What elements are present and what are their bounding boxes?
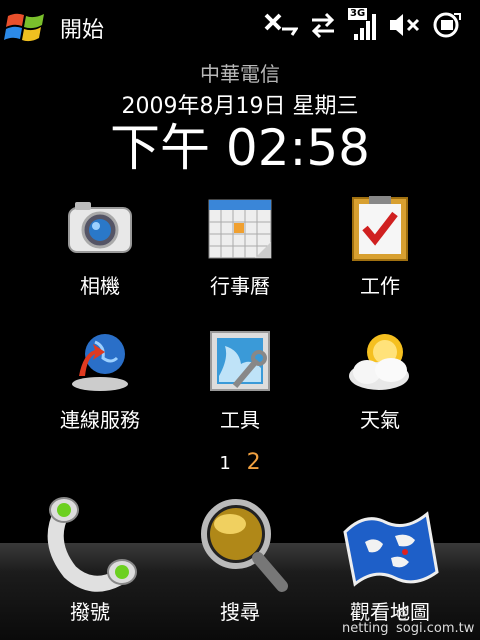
map-icon <box>343 511 439 587</box>
page-2-indicator[interactable]: 2 <box>247 450 261 475</box>
page-indicator: 1 2 <box>0 450 480 475</box>
calendar-icon <box>208 199 272 259</box>
magnifier-icon <box>201 499 288 592</box>
phone-handset-icon <box>47 497 137 592</box>
dock-label: 撥號 <box>70 600 110 624</box>
app-camera[interactable]: 相機 <box>30 194 170 299</box>
app-label: 工作 <box>360 274 400 298</box>
task-clipboard-icon <box>352 196 408 261</box>
app-calendar[interactable]: 行事曆 <box>170 194 310 299</box>
dock-search[interactable]: 搜尋 <box>160 492 320 625</box>
page-1-indicator[interactable]: 1 <box>219 453 230 474</box>
app-label: 工具 <box>220 408 260 432</box>
start-menu-label[interactable]: 開始 <box>60 12 104 44</box>
speaker-mute-icon <box>390 14 420 36</box>
app-connection-services[interactable]: 連線服務 <box>30 328 170 433</box>
carrier-name: 中華電信 <box>200 62 280 86</box>
tools-icon <box>210 331 270 391</box>
windows-logo-icon[interactable] <box>4 8 50 46</box>
camera-icon <box>68 202 132 253</box>
clock-time[interactable]: 下午 02:58 <box>0 108 480 180</box>
app-label: 行事曆 <box>210 274 270 298</box>
status-bar: 開始 3G <box>0 0 480 52</box>
app-tasks[interactable]: 工作 <box>310 194 450 299</box>
app-label: 天氣 <box>360 408 400 432</box>
app-label: 連線服務 <box>60 408 140 432</box>
data-sync-icon <box>264 13 298 36</box>
globe-connection-icon <box>72 334 128 391</box>
dock-label: 搜尋 <box>220 600 260 624</box>
signal-strength-icon: 3G <box>348 8 378 42</box>
dock-phone[interactable]: 撥號 <box>10 492 170 625</box>
status-icons: 3G <box>264 8 462 42</box>
app-weather[interactable]: 天氣 <box>310 328 450 433</box>
app-label: 相機 <box>80 274 120 298</box>
battery-charging-icon <box>433 12 461 38</box>
watermark-netting: netting <box>342 621 389 636</box>
transfer-arrows-icon <box>311 12 335 39</box>
app-tools[interactable]: 工具 <box>170 328 310 433</box>
watermark-site: @ sogi.com.tw <box>396 606 475 636</box>
weather-icon <box>349 334 409 390</box>
